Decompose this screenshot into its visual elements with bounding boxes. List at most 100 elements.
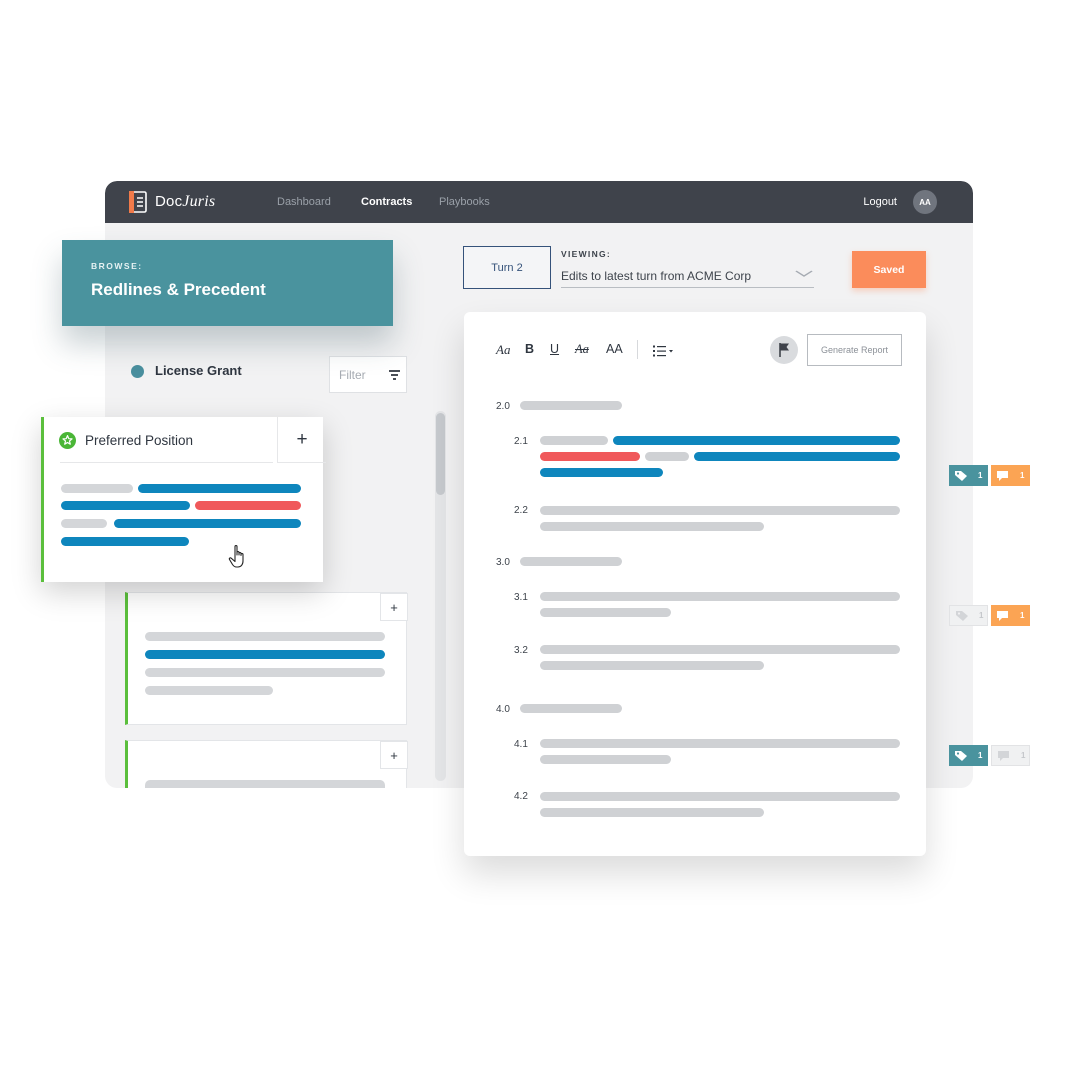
viewing-label: VIEWING: xyxy=(561,249,612,259)
text-line-addition xyxy=(61,501,190,510)
generate-report-button[interactable]: Generate Report xyxy=(807,334,902,366)
tag-icon xyxy=(955,605,971,626)
tag-count: 1 xyxy=(978,471,983,480)
text-line-addition xyxy=(694,452,900,461)
text-line-placeholder xyxy=(645,452,689,461)
docjuris-logo[interactable]: DocJuris xyxy=(129,191,215,213)
comment-icon xyxy=(997,745,1013,766)
filter-input[interactable]: Filter xyxy=(329,356,407,393)
bold-button[interactable]: B xyxy=(525,342,534,356)
viewing-dropdown-value: Edits to latest turn from ACME Corp xyxy=(561,269,752,283)
section-number: 4.2 xyxy=(514,791,528,802)
browse-title: Redlines & Precedent xyxy=(91,280,266,299)
tag-count-badge[interactable]: 1 xyxy=(949,745,988,766)
text-line-placeholder xyxy=(540,661,764,670)
chevron-down-icon xyxy=(794,267,813,281)
hand-cursor-icon xyxy=(227,543,251,571)
text-line-addition xyxy=(613,436,900,445)
comment-count-badge[interactable]: 1 xyxy=(991,745,1030,766)
heading-placeholder xyxy=(520,401,622,410)
text-line-placeholder xyxy=(540,592,900,601)
section-number: 2.0 xyxy=(496,401,510,412)
turn-selector-button[interactable]: Turn 2 xyxy=(463,246,551,289)
text-line-placeholder xyxy=(145,780,385,788)
text-line-deletion xyxy=(195,501,301,510)
text-line-placeholder xyxy=(145,632,385,641)
add-precedent-button[interactable]: + xyxy=(380,593,408,621)
comment-count: 1 xyxy=(1020,611,1025,620)
tag-icon xyxy=(954,465,970,486)
user-avatar[interactable]: AA xyxy=(913,190,937,214)
text-line-addition xyxy=(114,519,301,528)
document-panel: Aa B U Aa AA Generate Report 2.0 2.1 2.2… xyxy=(464,312,926,856)
divider xyxy=(60,462,273,463)
browse-label: BROWSE: xyxy=(91,261,143,271)
preferred-position-title: Preferred Position xyxy=(85,433,194,448)
nav-contracts-link[interactable]: Contracts xyxy=(361,196,412,208)
logout-link[interactable]: Logout xyxy=(863,196,897,208)
text-line-addition xyxy=(138,484,301,493)
text-line-addition xyxy=(145,650,385,659)
clause-name: License Grant xyxy=(155,363,242,378)
text-line-addition xyxy=(540,468,663,477)
comment-count: 1 xyxy=(1020,471,1025,480)
section-number: 4.0 xyxy=(496,704,510,715)
text-line-deletion xyxy=(540,452,640,461)
comment-icon xyxy=(996,605,1012,626)
tag-count: 1 xyxy=(979,611,984,620)
text-line-placeholder xyxy=(540,739,900,748)
section-number: 4.1 xyxy=(514,739,528,750)
text-line-placeholder xyxy=(540,755,671,764)
document-logo-icon xyxy=(129,191,147,213)
browse-header-card: BROWSE: Redlines & Precedent xyxy=(62,240,393,326)
flag-icon[interactable] xyxy=(770,336,798,364)
text-line-addition xyxy=(61,537,189,546)
section-number: 2.2 xyxy=(514,505,528,516)
nav-dashboard-link[interactable]: Dashboard xyxy=(277,196,331,208)
underline-button[interactable]: U xyxy=(550,342,559,356)
text-line-placeholder xyxy=(61,484,133,493)
strikethrough-button[interactable]: Aa xyxy=(575,342,589,357)
saved-button[interactable]: Saved xyxy=(852,251,926,288)
viewing-dropdown[interactable]: Edits to latest turn from ACME Corp xyxy=(561,267,814,288)
tag-count-badge[interactable]: 1 xyxy=(949,605,988,626)
add-preferred-button[interactable]: + xyxy=(277,417,326,463)
section-number: 3.1 xyxy=(514,592,528,603)
heading-placeholder xyxy=(520,704,622,713)
text-line-placeholder xyxy=(540,792,900,801)
nav-playbooks-link[interactable]: Playbooks xyxy=(439,196,490,208)
clause-status-dot xyxy=(131,365,144,378)
list-icon[interactable] xyxy=(653,344,675,357)
text-line-placeholder xyxy=(540,645,900,654)
text-line-placeholder xyxy=(61,519,107,528)
comment-icon xyxy=(996,465,1012,486)
preferred-position-card[interactable]: Preferred Position + xyxy=(41,417,326,582)
panel-scrollbar-thumb[interactable] xyxy=(436,413,445,495)
tag-count-badge[interactable]: 1 xyxy=(949,465,988,486)
text-line-placeholder xyxy=(540,808,764,817)
heading-placeholder xyxy=(520,557,622,566)
tag-count: 1 xyxy=(978,751,983,760)
text-line-placeholder xyxy=(540,522,764,531)
toolbar-divider xyxy=(637,340,638,359)
tag-icon xyxy=(954,745,970,766)
logo-text-juris: Juris xyxy=(182,193,216,210)
text-line-placeholder xyxy=(540,506,900,515)
comment-count: 1 xyxy=(1021,751,1026,760)
comment-count-badge[interactable]: 1 xyxy=(991,465,1030,486)
add-precedent-button[interactable]: + xyxy=(380,741,408,769)
filter-placeholder: Filter xyxy=(339,368,366,382)
filter-icon xyxy=(389,370,400,380)
text-line-placeholder xyxy=(145,668,385,677)
text-line-placeholder xyxy=(540,436,608,445)
section-number: 3.0 xyxy=(496,557,510,568)
text-case-button[interactable]: AA xyxy=(606,342,623,356)
font-style-button[interactable]: Aa xyxy=(496,342,510,358)
star-icon xyxy=(59,432,76,449)
comment-count-badge[interactable]: 1 xyxy=(991,605,1030,626)
section-number: 2.1 xyxy=(514,436,528,447)
section-number: 3.2 xyxy=(514,645,528,656)
text-line-placeholder xyxy=(145,686,273,695)
logo-text-doc: Doc xyxy=(155,193,183,210)
text-line-placeholder xyxy=(540,608,671,617)
